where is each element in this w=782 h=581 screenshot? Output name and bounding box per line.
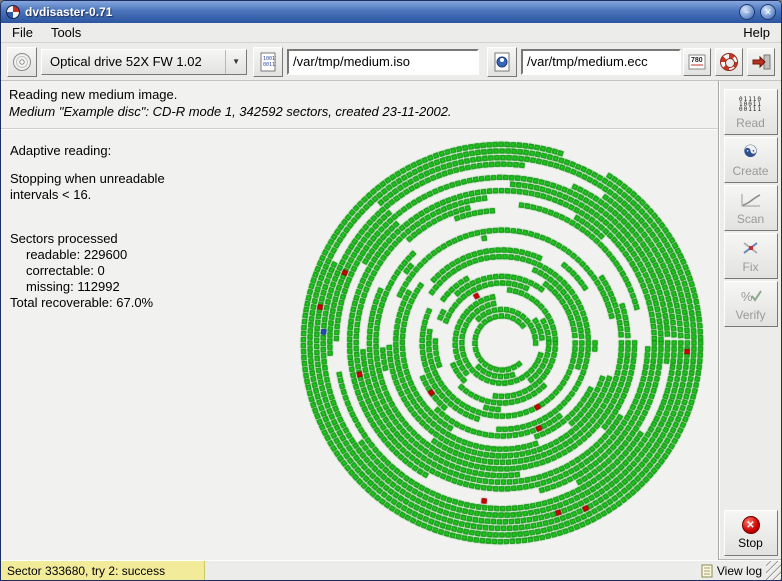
scan-button-label: Scan (736, 212, 765, 226)
missing-value: 112992 (77, 279, 120, 294)
minimize-button[interactable]: − (739, 4, 755, 20)
main-content: Reading new medium image. Medium "Exampl… (1, 81, 719, 560)
ecc-file-icon (494, 52, 510, 71)
status-message: Sector 333680, try 2: success (1, 561, 205, 580)
readable-row: readable: 229600 (10, 247, 165, 263)
status-head: Reading new medium image. Medium "Exampl… (1, 81, 718, 129)
total-recoverable-row: Total recoverable: 67.0% (10, 295, 165, 311)
create-button[interactable]: ☯ Create (723, 137, 778, 183)
correctable-value: 0 (97, 263, 105, 278)
image-path-input[interactable] (287, 48, 479, 75)
disc-canvas (290, 123, 714, 560)
readable-value: 229600 (83, 247, 128, 262)
middle-row: Reading new medium image. Medium "Exampl… (1, 81, 781, 560)
read-button[interactable]: 01110 10011 00111 Read (723, 89, 778, 135)
optical-disc-icon (13, 52, 31, 71)
sidebar: 01110 10011 00111 Read ☯ Create Scan Fix… (719, 81, 781, 560)
missing-row: missing: 112992 (10, 279, 165, 295)
lifesaver-icon (720, 52, 738, 71)
menu-help[interactable]: Help (734, 24, 779, 41)
exit-door-icon (752, 54, 771, 69)
sectors-heading: Sectors processed (10, 231, 118, 246)
binary-icon: 01110 10011 00111 (738, 95, 763, 113)
verify-button-label: Verify (735, 308, 766, 322)
menu-tools[interactable]: Tools (42, 24, 90, 41)
quit-button[interactable] (747, 47, 775, 76)
drive-button[interactable] (7, 46, 37, 77)
toolbar: Optical drive 52X FW 1.02 ▼ 10011 00111 (1, 43, 781, 81)
ecc-file-button[interactable] (487, 46, 517, 77)
tools-icon (741, 238, 761, 258)
readable-label: readable: (26, 247, 81, 262)
close-button[interactable]: ✕ (760, 4, 776, 20)
adaptive-reading-title: Adaptive reading: (10, 143, 112, 158)
digits-table-icon: 780 (688, 54, 706, 69)
resize-grip[interactable] (766, 561, 781, 580)
status-line-2: Medium "Example disc": CD-R mode 1, 3425… (9, 104, 452, 119)
log-icon (701, 564, 713, 577)
scan-curve-icon (740, 190, 762, 210)
drive-select-value: Optical drive 52X FW 1.02 (50, 54, 202, 69)
titlebar[interactable]: dvdisaster-0.71 − ✕ (1, 1, 781, 23)
app-icon (6, 5, 20, 19)
reading-info-panel: Adaptive reading: Stopping when unreadab… (10, 143, 165, 311)
stop-icon: ✕ (741, 516, 760, 534)
fix-button[interactable]: Fix (723, 233, 778, 279)
ecc-path-input[interactable] (521, 48, 681, 75)
drive-select[interactable]: Optical drive 52X FW 1.02 ▼ (41, 48, 247, 75)
create-button-label: Create (732, 164, 769, 178)
svg-text:00111: 00111 (263, 62, 276, 68)
preferences-button[interactable]: 780 (683, 47, 711, 76)
scan-button[interactable]: Scan (723, 185, 778, 231)
fix-button-label: Fix (742, 260, 759, 274)
toolbar-right-group: 780 (683, 47, 775, 76)
svg-text:780: 780 (691, 57, 703, 64)
image-file-button[interactable]: 10011 00111 (253, 46, 283, 77)
statusbar: Sector 333680, try 2: success View log (1, 560, 781, 580)
window-title: dvdisaster-0.71 (25, 5, 113, 19)
image-file-icon: 10011 00111 (260, 52, 276, 71)
app-window: dvdisaster-0.71 − ✕ File Tools Help Opti… (0, 0, 782, 581)
chevron-down-icon: ▼ (225, 49, 246, 74)
view-log-button[interactable]: View log (701, 564, 766, 578)
correctable-row: correctable: 0 (10, 263, 165, 279)
stop-button-label: Stop (738, 536, 763, 550)
total-recoverable-label: Total recoverable: (10, 295, 113, 310)
svg-text:%: % (741, 289, 753, 304)
missing-label: missing: (26, 279, 74, 294)
stopping-line-2: intervals < 16. (10, 187, 92, 202)
verify-button[interactable]: % Verify (723, 281, 778, 327)
menu-file[interactable]: File (3, 24, 42, 41)
stopping-line-1: Stopping when unreadable (10, 171, 165, 186)
help-button[interactable] (715, 47, 743, 76)
view-log-label: View log (716, 563, 762, 578)
status-line-1: Reading new medium image. (9, 87, 178, 102)
read-button-label: Read (736, 116, 765, 130)
checkmark-percent-icon: % (740, 286, 762, 306)
total-recoverable-value: 67.0% (116, 295, 154, 310)
stop-button[interactable]: ✕ Stop (723, 510, 778, 556)
menubar: File Tools Help (1, 23, 781, 43)
yinyang-icon: ☯ (742, 142, 759, 161)
correctable-label: correctable: (26, 263, 94, 278)
